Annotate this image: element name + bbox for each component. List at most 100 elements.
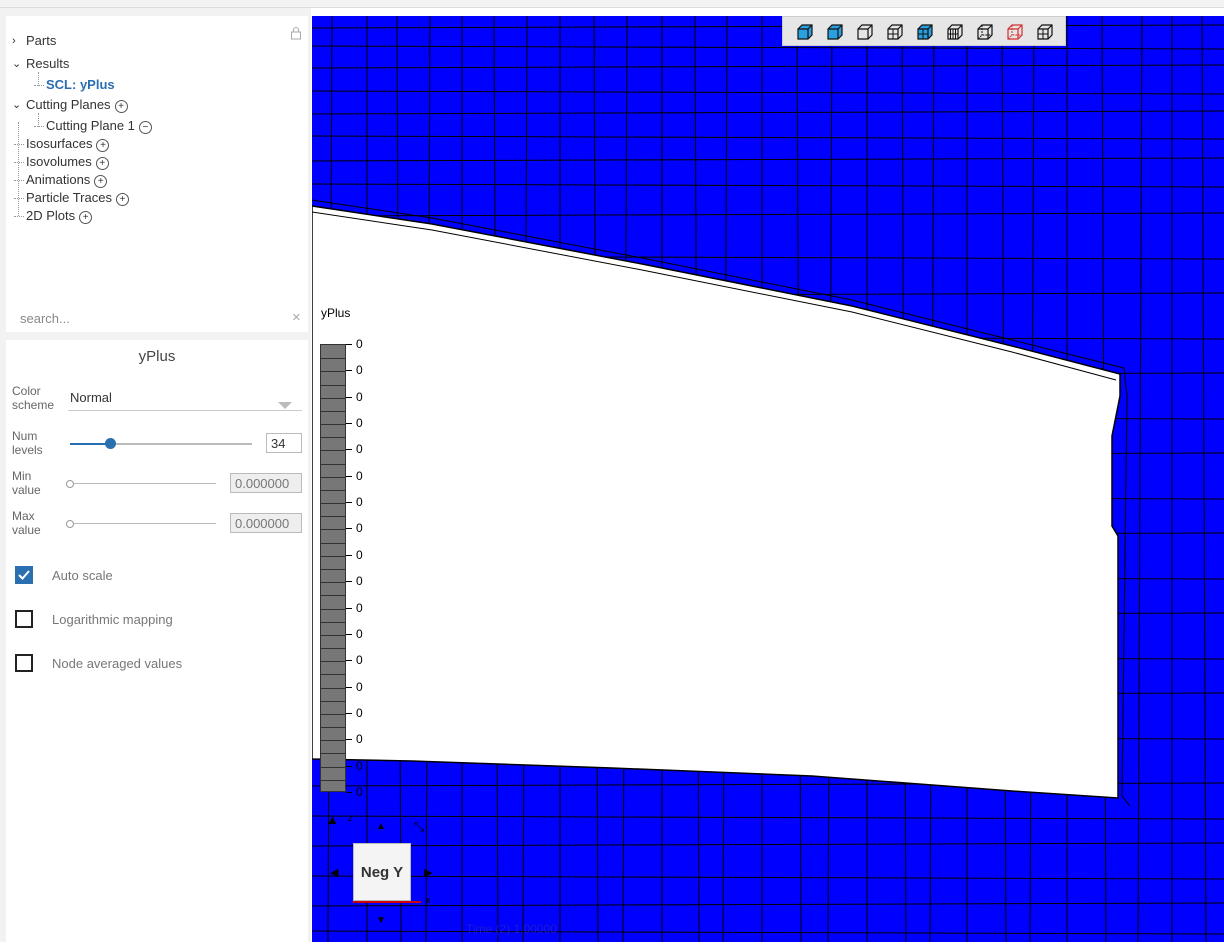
- legend-tick: [346, 370, 352, 372]
- legend-label: 0: [356, 521, 363, 536]
- tree-item[interactable]: Isosurfaces +: [26, 136, 110, 152]
- legend-label: 0: [356, 363, 363, 378]
- tree-connector: [14, 180, 24, 181]
- 3d-viewport[interactable]: yPlus 0 0 0 0 0 0 0 0 0 0 0 0 0 0 0 0 0 0 ▲ z ▲ ⤡ ◀ Neg Y…: [312, 16, 1224, 942]
- tree-item[interactable]: Cutting Plane 1−: [46, 118, 152, 134]
- outline-cube-icon[interactable]: [855, 22, 875, 42]
- tree-item[interactable]: Results: [26, 56, 69, 72]
- search-input[interactable]: search...: [20, 311, 70, 326]
- legend-label: 0: [356, 389, 363, 404]
- min-slider-track[interactable]: [74, 483, 216, 484]
- tree-expander-icon[interactable]: ›: [12, 33, 16, 49]
- tree-item-label: Isosurfaces: [26, 136, 93, 151]
- color-scheme-select[interactable]: Normal: [70, 390, 112, 405]
- node-averaged-checkbox[interactable]: [15, 654, 33, 672]
- properties-panel: yPlus Color scheme Normal Num levels 34 …: [6, 340, 308, 950]
- legend-segment-divider: [321, 779, 345, 781]
- tree-connector: [14, 162, 24, 163]
- legend-segment-divider: [321, 674, 345, 676]
- legend-segment-divider: [321, 555, 345, 557]
- mesh-line: [1137, 16, 1143, 942]
- legend-label: 0: [356, 785, 363, 799]
- legend-segment-divider: [321, 384, 345, 386]
- num-levels-input[interactable]: 34: [266, 433, 302, 453]
- grid-cube-icon[interactable]: [1035, 22, 1055, 42]
- min-slider-thumb[interactable]: [66, 480, 74, 488]
- auto-scale-checkbox[interactable]: [15, 566, 33, 584]
- mesh-line: [312, 157, 1224, 162]
- tree-item[interactable]: SCL: yPlus: [46, 77, 115, 93]
- clear-search-icon[interactable]: ×: [292, 309, 301, 326]
- color-scheme-label: Color scheme: [12, 384, 55, 412]
- rotate-diagonal-icon[interactable]: ⤡: [414, 820, 424, 833]
- checkmark-icon: [18, 570, 30, 580]
- max-slider-thumb[interactable]: [66, 520, 74, 528]
- add-circle-icon[interactable]: +: [114, 100, 128, 113]
- chevron-down-icon[interactable]: [278, 402, 292, 409]
- tree-connector: [38, 113, 39, 127]
- legend-segment-divider: [321, 700, 345, 702]
- legend-segment-divider: [321, 450, 345, 452]
- legend-tick: [346, 344, 352, 345]
- tree-connector: [34, 126, 44, 127]
- legend-segment-divider: [321, 424, 345, 426]
- tree-item[interactable]: Animations +: [26, 172, 108, 188]
- red-wireframe-cube-icon[interactable]: [1005, 22, 1025, 42]
- add-circle-icon[interactable]: +: [79, 211, 93, 224]
- legend-tick: [346, 739, 352, 741]
- legend-segment-divider: [321, 503, 345, 505]
- tree-expander-icon[interactable]: ⌄: [12, 56, 21, 72]
- legend-label: 0: [356, 416, 363, 431]
- rotate-up-icon[interactable]: ▲: [326, 813, 339, 826]
- tree-item[interactable]: 2D Plots +: [26, 208, 93, 224]
- tree-item[interactable]: Parts: [26, 33, 56, 49]
- add-circle-icon[interactable]: +: [115, 193, 129, 206]
- axis-x-label: x: [426, 895, 431, 905]
- legend-segment-divider: [321, 542, 345, 544]
- wireframe-cube-icon[interactable]: [975, 22, 995, 42]
- add-circle-icon[interactable]: +: [96, 139, 110, 152]
- num-levels-slider-thumb[interactable]: [105, 438, 117, 449]
- max-value-input[interactable]: 0.000000: [230, 513, 302, 533]
- legend-segment-divider: [321, 569, 345, 570]
- pan-up-icon[interactable]: ▲: [376, 820, 386, 833]
- min-value-input[interactable]: 0.000000: [230, 473, 302, 493]
- tree-item[interactable]: Cutting Planes +: [26, 97, 128, 113]
- legend-segment-divider: [321, 608, 345, 610]
- num-levels-label: Num levels: [12, 429, 43, 457]
- legend-segment-divider: [321, 516, 345, 518]
- mesh-cube-icon[interactable]: [885, 22, 905, 42]
- mesh-canvas[interactable]: [312, 16, 1224, 942]
- logarithmic-mapping-checkbox[interactable]: [15, 610, 33, 628]
- solid-cube-icon[interactable]: [795, 22, 815, 42]
- tree-item-label: Animations: [26, 172, 91, 187]
- pan-left-icon[interactable]: ◀: [330, 867, 338, 880]
- remove-circle-icon[interactable]: −: [138, 121, 152, 134]
- legend-tick: [346, 423, 352, 425]
- add-circle-icon[interactable]: +: [94, 175, 108, 188]
- legend-tick: [346, 607, 352, 609]
- tree-item[interactable]: Isovolumes +: [26, 154, 109, 170]
- tree-connector: [34, 85, 44, 86]
- pan-down-icon[interactable]: ▼: [376, 914, 386, 927]
- dense-mesh-cube-icon[interactable]: [945, 22, 965, 42]
- legend-label: 0: [356, 653, 363, 668]
- pan-right-icon[interactable]: ▶: [424, 867, 432, 880]
- view-cube-face[interactable]: Neg Y: [353, 843, 411, 901]
- window-top-bar: [0, 0, 1224, 8]
- add-circle-icon[interactable]: +: [95, 157, 109, 170]
- max-value-label: Max value: [12, 509, 41, 537]
- lock-icon[interactable]: [290, 26, 302, 40]
- tree-connector: [38, 72, 39, 86]
- tree-expander-icon[interactable]: ⌄: [12, 97, 21, 113]
- legend-tick: [346, 792, 352, 793]
- axis-z-label: z: [348, 813, 353, 823]
- shaded-cube-icon[interactable]: [825, 22, 845, 42]
- tree-item[interactable]: Particle Traces +: [26, 190, 129, 206]
- max-slider-track[interactable]: [74, 523, 216, 524]
- time-label: Time (2) 1.00000: [466, 922, 557, 936]
- legend-label: 0: [356, 600, 363, 615]
- mesh-line: [312, 902, 1224, 907]
- solid-mesh-cube-icon[interactable]: [915, 22, 935, 42]
- legend-color-bar: [320, 344, 346, 792]
